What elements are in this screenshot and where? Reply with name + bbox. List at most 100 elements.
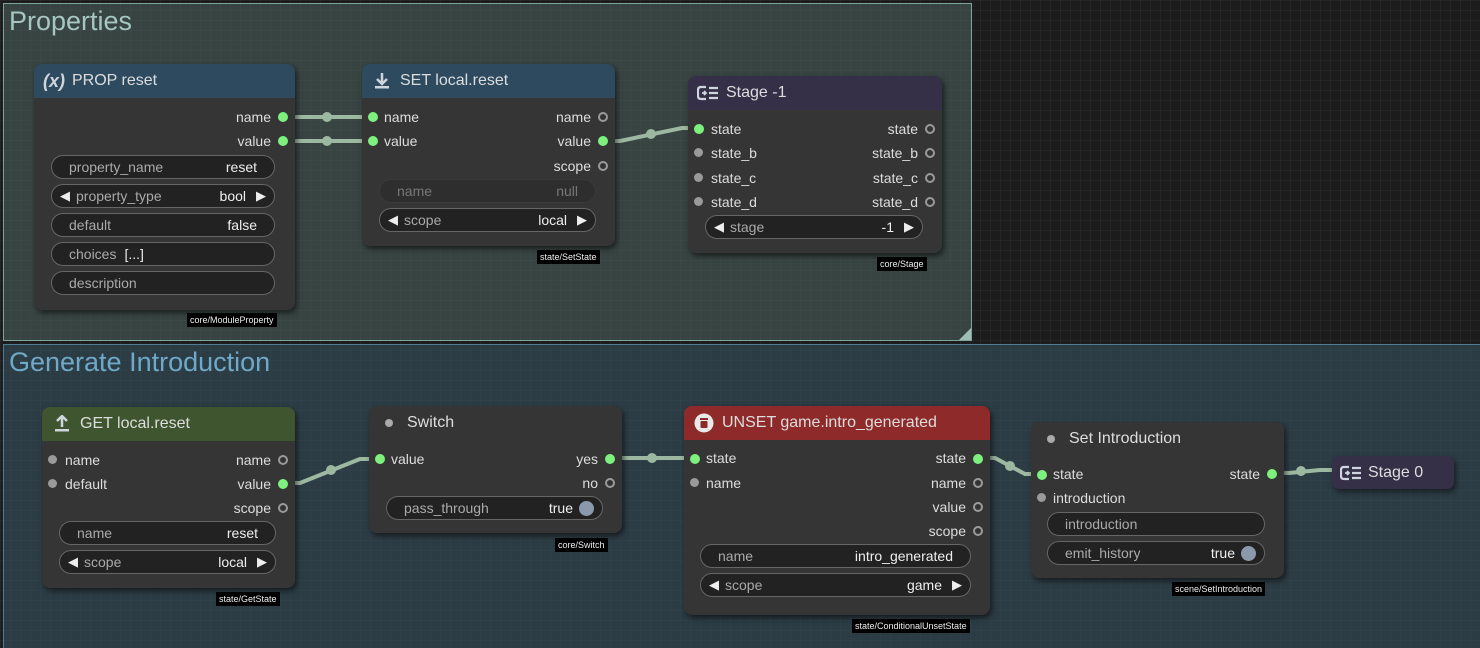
node-header[interactable]: GET local.reset <box>42 407 295 441</box>
stage-combo[interactable]: ◀ stage -1 ▶ <box>705 215 923 239</box>
scope-combo[interactable]: ◀ scope local ▶ <box>379 208 596 232</box>
input-slot-name[interactable]: name <box>65 451 100 469</box>
output-socket-state[interactable] <box>1267 469 1277 479</box>
input-socket-value[interactable] <box>368 136 378 146</box>
output-slot-scope[interactable]: scope <box>554 157 591 175</box>
arrow-left-icon[interactable]: ◀ <box>709 577 719 593</box>
input-slot-state-d[interactable]: state_d <box>711 193 757 211</box>
output-socket-value[interactable] <box>973 502 983 512</box>
output-slot-state[interactable]: state <box>1230 465 1260 483</box>
arrow-left-icon[interactable]: ◀ <box>68 554 78 570</box>
arrow-left-icon[interactable]: ◀ <box>714 219 724 235</box>
input-slot-state-c[interactable]: state_c <box>711 169 756 187</box>
output-socket-no[interactable] <box>605 478 615 488</box>
input-socket-state-c[interactable] <box>694 173 703 182</box>
arrow-right-icon[interactable]: ▶ <box>904 219 914 235</box>
node-header[interactable]: Stage -1 <box>688 76 942 110</box>
output-slot-state[interactable]: state <box>936 449 966 467</box>
node-switch[interactable]: Switch value yes no pass_through true <box>369 406 622 533</box>
input-slot-state[interactable]: state <box>711 120 741 138</box>
pass-through-toggle[interactable]: pass_through true <box>386 496 603 520</box>
default-field[interactable]: default false <box>51 213 275 237</box>
output-slot-value[interactable]: value <box>238 475 271 493</box>
group-title[interactable]: Generate Introduction <box>9 347 270 378</box>
output-slot-state-b[interactable]: state_b <box>872 144 918 162</box>
output-socket-value[interactable] <box>598 136 608 146</box>
input-socket-state-d[interactable] <box>694 197 703 206</box>
output-slot-scope[interactable]: scope <box>234 499 271 517</box>
toggle-knob[interactable] <box>579 500 594 516</box>
input-socket-state-b[interactable] <box>694 148 703 157</box>
output-socket-yes[interactable] <box>605 454 615 464</box>
group-resize-handle[interactable] <box>959 328 971 340</box>
arrow-left-icon[interactable]: ◀ <box>60 188 70 204</box>
input-socket-name[interactable] <box>368 112 378 122</box>
node-get-local-reset[interactable]: GET local.reset name default name value … <box>42 407 295 588</box>
output-socket-scope[interactable] <box>973 526 983 536</box>
name-field[interactable]: name reset <box>59 521 276 545</box>
input-slot-state[interactable]: state <box>706 449 736 467</box>
output-socket-state[interactable] <box>973 454 983 464</box>
output-slot-name[interactable]: name <box>236 451 271 469</box>
input-socket-value[interactable] <box>375 454 385 464</box>
input-slot-value[interactable]: value <box>391 450 424 468</box>
node-set-introduction[interactable]: Set Introduction state introduction stat… <box>1031 422 1284 578</box>
input-socket-default[interactable] <box>48 479 57 488</box>
input-socket-state[interactable] <box>694 124 704 134</box>
output-socket-name[interactable] <box>973 478 983 488</box>
arrow-right-icon[interactable]: ▶ <box>952 577 962 593</box>
node-header[interactable]: UNSET game.intro_generated <box>684 406 990 440</box>
output-socket-name[interactable] <box>278 455 288 465</box>
property-type-combo[interactable]: ◀ property_type bool ▶ <box>51 184 275 208</box>
scope-combo[interactable]: ◀ scope local ▶ <box>59 550 276 574</box>
introduction-field[interactable]: introduction <box>1047 512 1265 536</box>
output-slot-no[interactable]: no <box>582 474 598 492</box>
choices-field[interactable]: choices [...] <box>51 242 275 266</box>
output-slot-name[interactable]: name <box>931 474 966 492</box>
output-slot-state-d[interactable]: state_d <box>872 193 918 211</box>
output-socket-scope[interactable] <box>278 503 288 513</box>
output-socket-scope[interactable] <box>598 161 608 171</box>
arrow-right-icon[interactable]: ▶ <box>577 212 587 228</box>
description-field[interactable]: description <box>51 271 275 295</box>
output-socket-value[interactable] <box>278 479 288 489</box>
output-slot-state-c[interactable]: state_c <box>873 169 918 187</box>
input-slot-name[interactable]: name <box>384 108 419 126</box>
output-socket-state[interactable] <box>925 124 935 134</box>
input-socket-state[interactable] <box>1037 470 1047 480</box>
property-name-field[interactable]: property_name reset <box>51 155 275 179</box>
name-field[interactable]: name intro_generated <box>700 544 971 568</box>
output-slot-value[interactable]: value <box>238 132 271 150</box>
output-socket-state-c[interactable] <box>925 173 935 183</box>
input-socket-name[interactable] <box>48 455 57 464</box>
node-header[interactable]: Set Introduction <box>1031 422 1284 456</box>
output-slot-state[interactable]: state <box>888 120 918 138</box>
output-slot-value[interactable]: value <box>558 132 591 150</box>
output-socket-name[interactable] <box>278 112 288 122</box>
node-header[interactable]: (x) PROP reset <box>34 64 295 98</box>
input-slot-default[interactable]: default <box>65 475 107 493</box>
node-header[interactable]: SET local.reset <box>362 64 615 98</box>
output-slot-yes[interactable]: yes <box>576 450 598 468</box>
arrow-left-icon[interactable]: ◀ <box>388 212 398 228</box>
output-socket-value[interactable] <box>278 136 288 146</box>
input-slot-introduction[interactable]: introduction <box>1053 489 1125 507</box>
arrow-right-icon[interactable]: ▶ <box>256 188 266 204</box>
output-socket-name[interactable] <box>598 112 608 122</box>
node-header[interactable]: Switch <box>369 406 622 440</box>
emit-history-toggle[interactable]: emit_history true <box>1047 541 1265 565</box>
input-slot-state[interactable]: state <box>1053 465 1083 483</box>
input-socket-name[interactable] <box>690 478 699 487</box>
group-title[interactable]: Properties <box>9 6 132 37</box>
node-stage-0-collapsed[interactable]: Stage 0 <box>1332 456 1454 489</box>
output-socket-state-d[interactable] <box>925 197 935 207</box>
toggle-knob[interactable] <box>1241 545 1256 561</box>
input-slot-value[interactable]: value <box>384 132 417 150</box>
node-stage-neg1[interactable]: Stage -1 state state_b state_c state_d s… <box>688 76 942 253</box>
output-slot-scope[interactable]: scope <box>929 522 966 540</box>
node-unset-intro-generated[interactable]: UNSET game.intro_generated state name st… <box>684 406 990 615</box>
name-field[interactable]: name null <box>379 179 596 203</box>
output-slot-name[interactable]: name <box>556 108 591 126</box>
node-set-local-reset[interactable]: SET local.reset name value name value sc… <box>362 64 615 246</box>
output-socket-state-b[interactable] <box>925 148 935 158</box>
